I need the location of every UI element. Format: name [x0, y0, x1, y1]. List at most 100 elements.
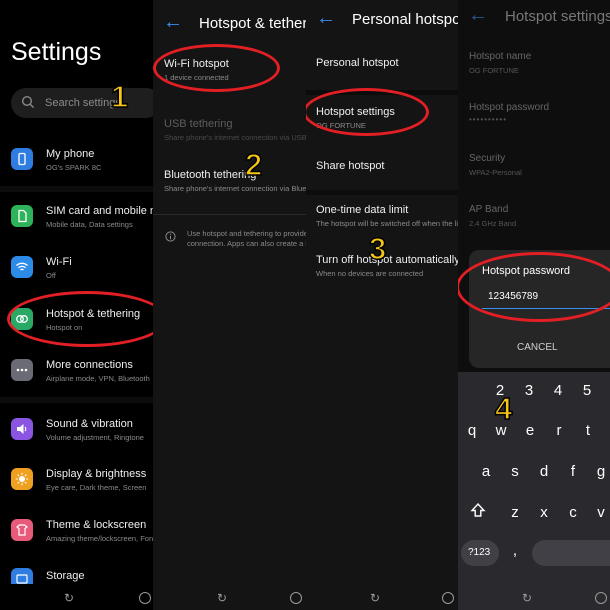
key-e[interactable]: e: [520, 422, 540, 439]
search-input[interactable]: Search settings: [11, 88, 153, 118]
key-3[interactable]: 3: [519, 382, 539, 399]
theme-icon: [11, 519, 33, 541]
rotate-icon[interactable]: ↻: [370, 591, 380, 605]
hotspot-tethering-panel: ← Hotspot & tethering Wi-Fi hotspot 1 de…: [153, 0, 306, 610]
settings-item-sub: Off: [46, 271, 56, 280]
shift-icon: [470, 502, 486, 517]
annotation-oval: [306, 88, 429, 136]
annotation-number: 3: [368, 230, 387, 267]
nav-bar: ↻: [0, 584, 153, 610]
search-placeholder: Search settings: [45, 97, 121, 109]
hotspot-name-label: Hotspot name: [469, 51, 532, 62]
key-c[interactable]: c: [563, 504, 583, 521]
settings-item-sound[interactable]: Sound & vibration Volume adjustment, Rin…: [0, 410, 153, 450]
page-title: Hotspot & tethering: [199, 15, 306, 32]
key-z[interactable]: z: [505, 504, 525, 521]
nav-bar: ↻: [458, 584, 610, 610]
keyboard: 2 3 4 5 6 q w e r t a s d f g z x c v ?1…: [458, 372, 610, 610]
key-a[interactable]: a: [476, 463, 496, 480]
annotation-number: 4: [494, 390, 513, 427]
key-f[interactable]: f: [563, 463, 583, 480]
settings-item-sub: OG's SPARK 8C: [46, 163, 102, 172]
usb-tethering-sub: Share phone's internet connection via US…: [164, 133, 306, 142]
settings-panel: Settings Search settings My phone OG's S…: [0, 0, 153, 610]
usb-tethering-item: USB tethering Share phone's internet con…: [153, 110, 306, 150]
hotspot-password-field[interactable]: Hotspot password ••••••••••: [458, 99, 610, 129]
security-label: Security: [469, 153, 506, 164]
annotation-number: 2: [244, 146, 263, 183]
personal-hotspot-panel: ← Personal hotspot Personal hotspot Hots…: [306, 0, 458, 610]
settings-item-theme[interactable]: Theme & lockscreen Amazing theme/lockscr…: [0, 511, 153, 551]
key-g[interactable]: g: [591, 463, 610, 480]
settings-item-more-connections[interactable]: More connections Airplane mode, VPN, Blu…: [0, 351, 153, 391]
bluetooth-tethering-label: Bluetooth tethering: [164, 169, 257, 181]
back-arrow-icon[interactable]: ←: [316, 8, 336, 28]
settings-item-label: Theme & lockscreen: [46, 519, 147, 531]
back-arrow-icon[interactable]: ←: [163, 12, 183, 32]
more-icon: [11, 359, 33, 381]
settings-item-display[interactable]: Display & brightness Eye care, Dark them…: [0, 460, 153, 500]
settings-item-label: More connections: [46, 359, 133, 371]
settings-item-sub: Airplane mode, VPN, Bluetooth: [46, 374, 150, 383]
back-arrow-icon[interactable]: ←: [468, 5, 488, 25]
share-hotspot-item[interactable]: Share hotspot: [306, 155, 458, 181]
key-s[interactable]: s: [505, 463, 525, 480]
rotate-icon[interactable]: ↻: [217, 591, 227, 605]
sim-card-icon: [11, 205, 33, 227]
symbols-key[interactable]: ?123: [461, 540, 499, 566]
nav-bar: ↻: [153, 584, 306, 610]
rotate-icon[interactable]: ↻: [64, 591, 74, 605]
nav-bar: ↻: [306, 584, 458, 610]
home-button[interactable]: [290, 592, 302, 604]
key-d[interactable]: d: [534, 463, 554, 480]
usb-tethering-label: USB tethering: [164, 118, 233, 130]
key-t[interactable]: t: [578, 422, 598, 439]
page-title: Hotspot settings: [505, 8, 610, 25]
settings-item-my-phone[interactable]: My phone OG's SPARK 8C: [0, 140, 153, 180]
key-4[interactable]: 4: [548, 382, 568, 399]
space-key[interactable]: [532, 540, 610, 566]
annotation-number: 1: [110, 78, 129, 115]
security-field[interactable]: Security WPA2-Personal: [458, 150, 610, 180]
key-r[interactable]: r: [549, 422, 569, 439]
hotspot-name-value: OG FORTUNE: [469, 66, 519, 75]
info-text: Use hotspot and tethering to provide int…: [187, 229, 306, 248]
info-icon: [165, 229, 176, 247]
divider: [0, 397, 153, 403]
cancel-button[interactable]: CANCEL: [517, 342, 558, 353]
hotspot-password-label: Hotspot password: [469, 102, 550, 113]
key-x[interactable]: x: [534, 504, 554, 521]
auto-off-sub: When no devices are connected: [316, 269, 424, 278]
settings-item-label: Display & brightness: [46, 468, 147, 480]
settings-item-label: Wi-Fi: [46, 256, 72, 268]
home-button[interactable]: [442, 592, 454, 604]
shift-key[interactable]: [468, 502, 488, 522]
bluetooth-tethering-item[interactable]: Bluetooth tethering Share phone's intern…: [153, 160, 306, 200]
ap-band-label: AP Band: [469, 204, 509, 215]
home-button[interactable]: [139, 592, 151, 604]
home-button[interactable]: [595, 592, 607, 604]
key-v[interactable]: v: [591, 504, 610, 521]
ap-band-value: 2.4 GHz Band: [469, 219, 517, 228]
settings-item-label: Sound & vibration: [46, 418, 133, 430]
rotate-icon[interactable]: ↻: [522, 591, 532, 605]
ap-band-field[interactable]: AP Band 2.4 GHz Band: [458, 201, 610, 231]
personal-hotspot-toggle-item[interactable]: Personal hotspot: [306, 52, 458, 78]
settings-item-sub: Volume adjustment, Ringtone: [46, 433, 144, 442]
share-hotspot-label: Share hotspot: [316, 160, 385, 172]
settings-item-sub: Eye care, Dark theme, Screen: [46, 483, 147, 492]
settings-item-sim[interactable]: SIM card and mobile networks Mobile data…: [0, 196, 153, 236]
comma-key[interactable]: ,: [505, 542, 525, 559]
settings-item-sub: Amazing theme/lockscreen, Font: [46, 534, 153, 543]
annotation-oval: [153, 44, 280, 92]
settings-item-label: SIM card and mobile networks: [46, 205, 153, 217]
key-5[interactable]: 5: [577, 382, 597, 399]
settings-item-sub: Mobile data, Data settings: [46, 220, 133, 229]
hotspot-settings-panel: ← Hotspot settings Hotspot name OG FORTU…: [458, 0, 610, 610]
key-q[interactable]: q: [462, 422, 482, 439]
symbols-key-label: ?123: [468, 547, 491, 558]
hotspot-password-value: ••••••••••: [469, 115, 508, 124]
hotspot-name-field[interactable]: Hotspot name OG FORTUNE: [458, 48, 610, 78]
settings-item-wifi[interactable]: Wi-Fi Off: [0, 248, 153, 288]
key-6[interactable]: 6: [605, 382, 610, 399]
